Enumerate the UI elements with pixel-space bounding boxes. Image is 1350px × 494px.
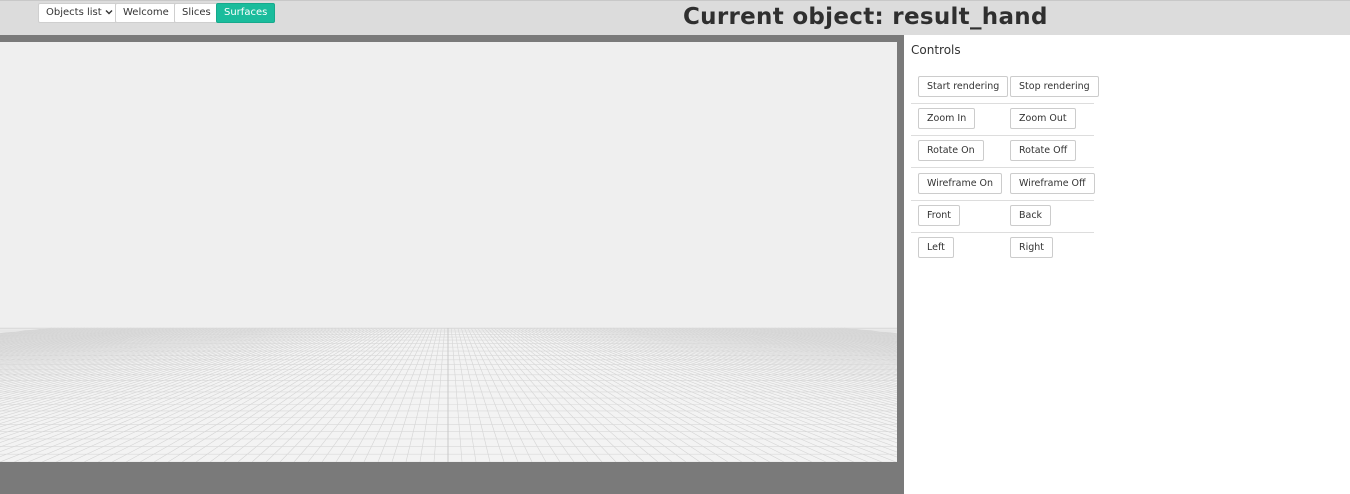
zoom-in-button[interactable]: Zoom In [918,108,976,129]
right-view-button[interactable]: Right [1010,237,1054,258]
wireframe-off-button[interactable]: Wireframe Off [1010,173,1095,194]
rotate-on-button[interactable]: Rotate On [918,140,984,161]
start-rendering-button[interactable]: Start rendering [918,76,1009,97]
back-view-button[interactable]: Back [1010,205,1052,226]
wireframe-on-button[interactable]: Wireframe On [918,173,1003,194]
rotate-off-button[interactable]: Rotate Off [1010,140,1077,161]
floor-grid [0,327,897,462]
controls-row-wireframe: Wireframe On Wireframe Off [911,168,1095,201]
controls-row-left-right: Left Right [911,233,1094,265]
3d-render-canvas[interactable] [0,42,897,462]
controls-row-zoom: Zoom In Zoom Out [911,104,1094,136]
front-view-button[interactable]: Front [918,205,961,226]
welcome-tab[interactable]: Welcome [115,3,177,23]
viewport-frame [0,35,904,494]
stop-rendering-button[interactable]: Stop rendering [1010,76,1099,97]
controls-panel: Controls Start rendering Stop rendering … [904,35,1350,494]
objects-list-select[interactable]: Objects list [38,3,120,23]
objects-list-label: Objects list [46,7,102,18]
top-navbar: Objects list Welcome Slices Surfaces Cur… [0,0,1350,35]
slices-tab[interactable]: Slices [174,3,219,23]
controls-title: Controls [911,43,961,57]
surfaces-tab[interactable]: Surfaces [216,3,276,23]
controls-row-rotate: Rotate On Rotate Off [911,136,1094,168]
controls-row-front-back: Front Back [911,201,1094,233]
left-view-button[interactable]: Left [918,237,954,258]
chevron-down-icon [105,10,113,15]
zoom-out-button[interactable]: Zoom Out [1010,108,1076,129]
controls-row-rendering: Start rendering Stop rendering [911,72,1099,104]
page-title: Current object: result_hand [683,4,1048,30]
